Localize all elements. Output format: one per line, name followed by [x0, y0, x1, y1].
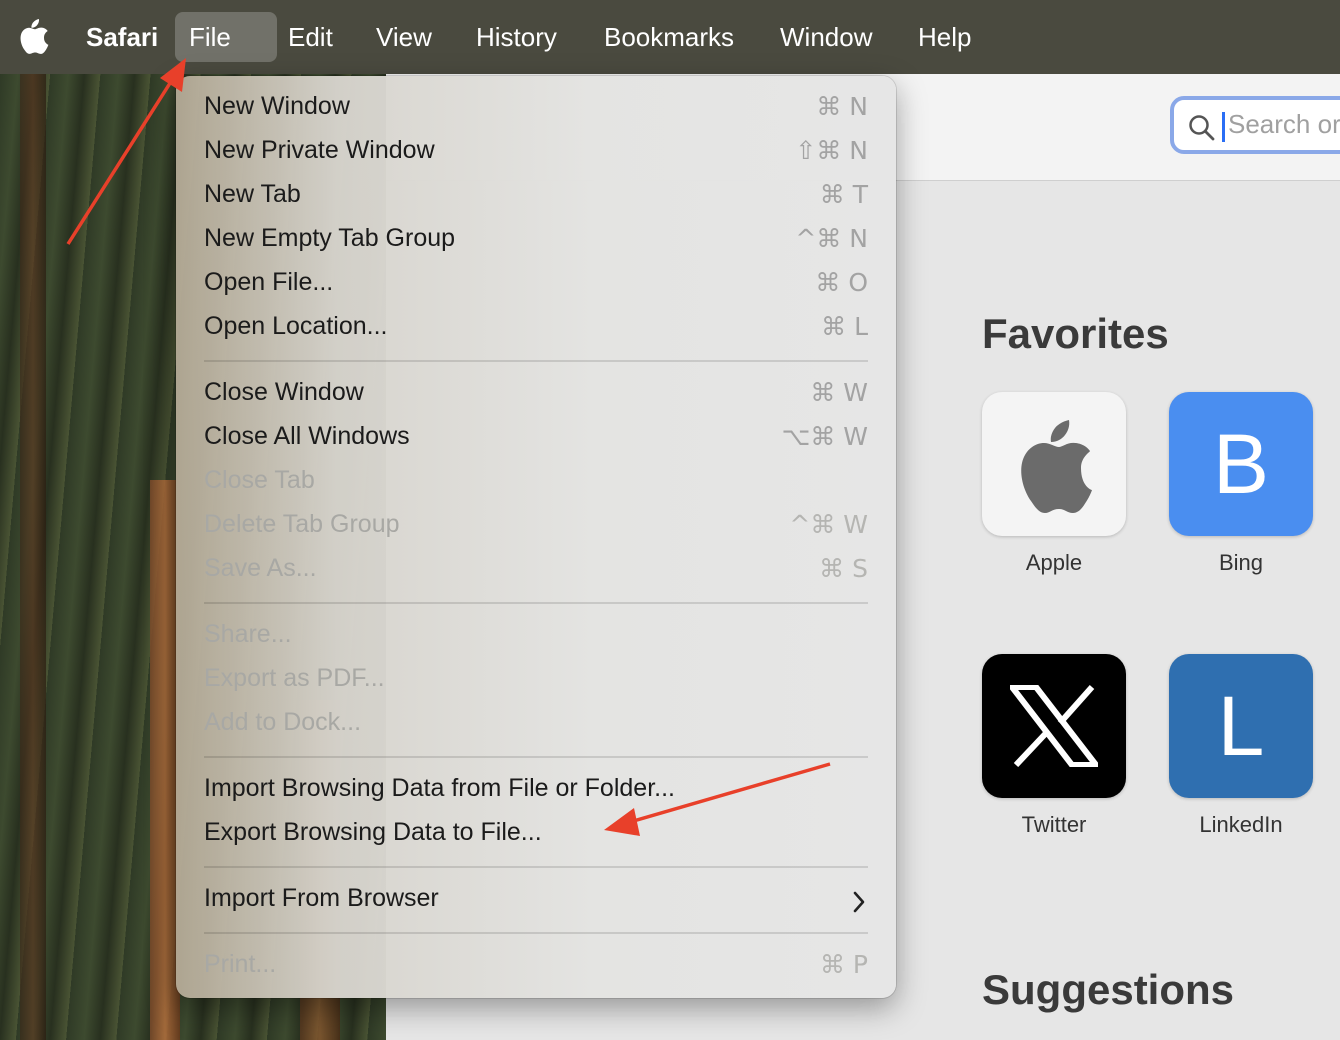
menu-item-shortcut: ⌘ O: [815, 268, 868, 297]
chevron-right-icon: [853, 891, 865, 913]
menu-item-label: Close Tab: [204, 466, 315, 494]
menu-item-export-pdf: Export as PDF...: [176, 660, 896, 704]
menu-bar: Safari File Edit View History Bookmarks …: [0, 0, 1340, 74]
favorite-label: Apple: [1025, 550, 1083, 575]
favorite-letter: B: [1212, 416, 1270, 511]
menu-item-new-empty-tab-group[interactable]: New Empty Tab Group ^⌘ N: [176, 220, 896, 264]
suggestions-heading: Suggestions: [982, 966, 1235, 1013]
text-caret: [1222, 112, 1225, 142]
favorites-heading: Favorites: [982, 310, 1169, 357]
favorite-bing[interactable]: B Bing: [1168, 392, 1314, 576]
menu-item-label: Import Browsing Data from File or Folder…: [204, 774, 675, 802]
menu-item-new-window[interactable]: New Window ⌘ N: [176, 88, 896, 132]
menu-item-shortcut: ^⌘ W: [789, 510, 868, 539]
file-menu-dropdown: New Window ⌘ N New Private Window ⇧⌘ N N…: [176, 76, 896, 998]
menu-separator: [204, 756, 868, 758]
menu-item-label: New Window: [204, 92, 350, 120]
menu-item-open-location[interactable]: Open Location... ⌘ L: [176, 308, 896, 352]
menu-item-label: Close All Windows: [204, 422, 410, 450]
menu-item-close-all-windows[interactable]: Close All Windows ⌥⌘ W: [176, 418, 896, 462]
menu-item-save-as: Save As... ⌘ S: [176, 550, 896, 594]
menu-bookmarks[interactable]: Bookmarks: [590, 12, 748, 62]
menu-item-label: Close Window: [204, 378, 364, 406]
menu-item-label: Export Browsing Data to File...: [204, 818, 542, 846]
menu-item-close-tab: Close Tab: [176, 462, 896, 506]
apple-menu-icon[interactable]: [16, 18, 50, 54]
favorite-apple[interactable]: Apple: [981, 392, 1127, 576]
menu-separator: [204, 866, 868, 868]
menu-item-shortcut: ^⌘ N: [795, 224, 868, 253]
menu-item-label: Open Location...: [204, 312, 388, 340]
menu-item-share: Share...: [176, 616, 896, 660]
menu-history[interactable]: History: [462, 12, 571, 62]
menu-file[interactable]: File: [175, 12, 277, 62]
menu-item-shortcut: ⇧⌘ N: [795, 136, 868, 165]
menu-item-export-browsing-data[interactable]: Export Browsing Data to File...: [176, 814, 896, 858]
tree-trunk: [20, 74, 46, 1040]
menu-item-shortcut: ⌘ L: [821, 312, 868, 341]
favorite-label: Bing: [1218, 550, 1264, 575]
favorite-tile: [982, 392, 1126, 536]
menu-item-shortcut: ⌘ S: [819, 554, 868, 583]
menu-item-new-tab[interactable]: New Tab ⌘ T: [176, 176, 896, 220]
menu-item-label: Export as PDF...: [204, 664, 385, 692]
menu-item-shortcut: ⌘ P: [819, 950, 868, 979]
menu-item-label: Delete Tab Group: [204, 510, 400, 538]
menu-separator: [204, 360, 868, 362]
menu-window[interactable]: Window: [766, 12, 886, 62]
search-input[interactable]: [1226, 108, 1340, 141]
menu-safari[interactable]: Safari: [72, 12, 172, 62]
menu-item-label: New Empty Tab Group: [204, 224, 456, 252]
search-field[interactable]: [1170, 96, 1340, 154]
favorite-twitter[interactable]: Twitter: [981, 654, 1127, 838]
menu-item-label: Print...: [204, 950, 277, 978]
favorite-tile: [982, 654, 1126, 798]
menu-item-shortcut: ⌘ T: [819, 180, 868, 209]
menu-help[interactable]: Help: [904, 12, 985, 62]
x-logo-icon: [1010, 685, 1098, 767]
apple-logo-icon: [1021, 420, 1092, 513]
menu-item-print: Print... ⌘ P: [176, 946, 896, 990]
menu-item-shortcut: ⌘ W: [810, 378, 868, 407]
favorite-linkedin[interactable]: L LinkedIn: [1168, 654, 1314, 838]
menu-item-label: Import From Browser: [204, 884, 439, 912]
menu-edit[interactable]: Edit: [274, 12, 347, 62]
menu-item-close-window[interactable]: Close Window ⌘ W: [176, 374, 896, 418]
menu-item-import-browsing-data[interactable]: Import Browsing Data from File or Folder…: [176, 770, 896, 814]
menu-separator: [204, 602, 868, 604]
favorite-label: Twitter: [1021, 812, 1087, 837]
menu-item-label: New Tab: [204, 180, 301, 208]
favorite-letter: L: [1217, 678, 1265, 773]
favorite-label: LinkedIn: [1199, 812, 1283, 837]
favorite-tile: L: [1169, 654, 1313, 798]
menu-item-label: Share...: [204, 620, 292, 648]
menu-item-label: Save As...: [204, 554, 317, 582]
menu-item-new-private-window[interactable]: New Private Window ⇧⌘ N: [176, 132, 896, 176]
menu-item-import-from-browser[interactable]: Import From Browser: [176, 880, 896, 924]
menu-item-label: Add to Dock...: [204, 708, 362, 736]
menu-item-add-to-dock: Add to Dock...: [176, 704, 896, 748]
menu-item-shortcut: ⌥⌘ W: [781, 422, 868, 451]
menu-view[interactable]: View: [362, 12, 446, 62]
menu-item-shortcut: ⌘ N: [816, 92, 868, 121]
search-icon: [1189, 115, 1215, 141]
favorite-tile: B: [1169, 392, 1313, 536]
menu-item-label: New Private Window: [204, 136, 435, 164]
menu-item-delete-tab-group: Delete Tab Group ^⌘ W: [176, 506, 896, 550]
menu-separator: [204, 932, 868, 934]
menu-item-label: Open File...: [204, 268, 334, 296]
menu-item-open-file[interactable]: Open File... ⌘ O: [176, 264, 896, 308]
